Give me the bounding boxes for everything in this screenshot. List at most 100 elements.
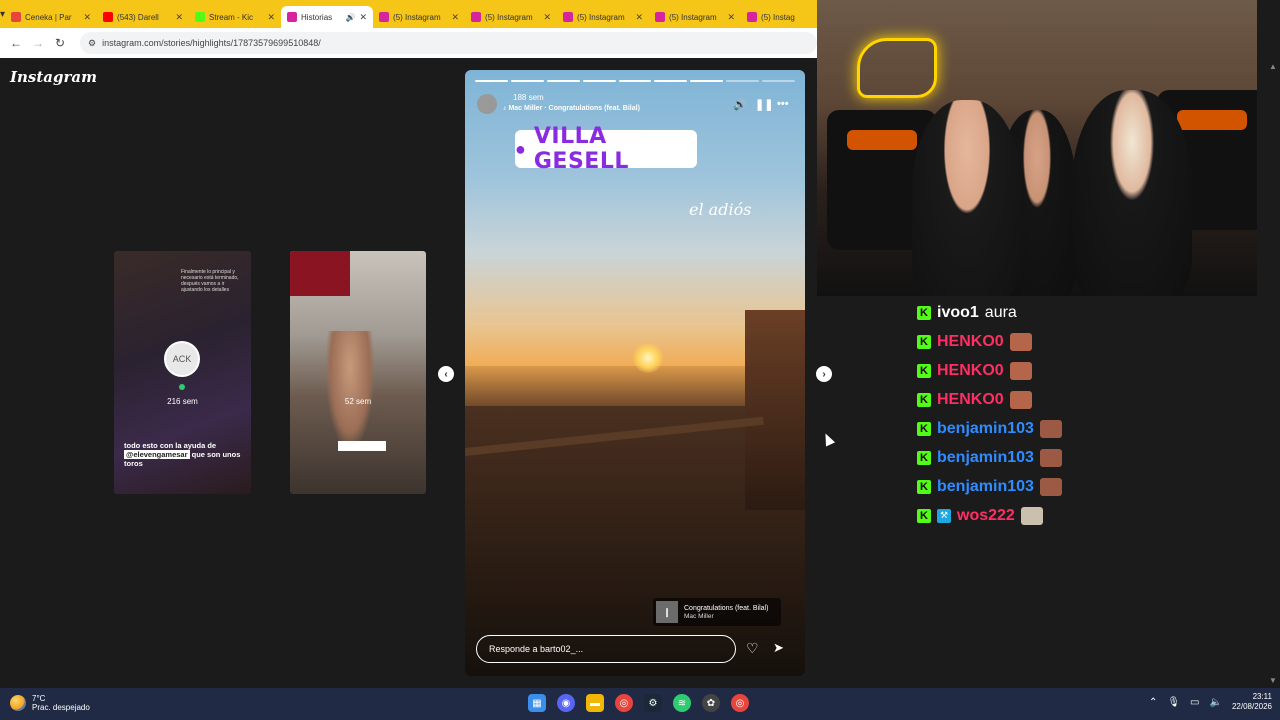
chat-message: K HENKO0: [917, 385, 1217, 414]
tab-close-icon[interactable]: ✕: [175, 12, 183, 23]
curtain-decoration: [290, 251, 350, 296]
chat-username[interactable]: benjamin103: [937, 449, 1034, 467]
scroll-down-icon[interactable]: ▼: [1269, 676, 1277, 685]
music-sticker[interactable]: ❙ Congratulations (feat. Bilal) Mac Mill…: [653, 598, 781, 626]
story-music-label[interactable]: ♪ Mac Miller · Congratulations (feat. Bi…: [503, 105, 640, 112]
photo-sticker: [338, 441, 386, 451]
browser-tabbar: ▾ Ceneka | Par ✕ (543) Darell ✕ Stream - Kic…: [0, 0, 827, 28]
handwritten-text: el adiós: [689, 200, 752, 219]
tab-label: (543) Darell: [117, 12, 159, 22]
tab-favicon-icon: [563, 12, 574, 22]
story-viewer[interactable]: 188 sem ♪ Mac Miller · Congratulations (…: [465, 70, 805, 676]
instagram-logo[interactable]: Instagram: [10, 68, 97, 86]
location-sticker[interactable]: ● VILLA GESELL: [515, 124, 697, 174]
windows-taskbar: 7°C Prac. despejado ▦ ◉ ▬ ◎ ⚙ ≋ ✿ ◎ ⌃ 🎙 …: [0, 688, 1280, 720]
browser-tab[interactable]: (5) Instagram ✕: [649, 6, 741, 28]
chat-emote-icon: [1020, 506, 1043, 525]
streamer-person: [1072, 90, 1192, 296]
browser-tab[interactable]: (5) Instagram ✕: [373, 6, 465, 28]
spotify-icon[interactable]: ≋: [673, 694, 691, 712]
browser-tab[interactable]: Stream - Kic ✕: [189, 6, 281, 28]
tab-close-icon[interactable]: ✕: [359, 12, 367, 23]
chat-username[interactable]: benjamin103: [937, 478, 1034, 496]
next-story-button[interactable]: ›: [816, 366, 832, 382]
tab-close-icon[interactable]: ✕: [543, 12, 551, 23]
previous-story-button[interactable]: ‹: [438, 366, 454, 382]
clock[interactable]: 23:11 22/08/2026: [1232, 692, 1272, 712]
file-explorer-icon[interactable]: ▬: [586, 694, 604, 712]
back-icon[interactable]: ←: [8, 35, 24, 51]
tab-close-icon[interactable]: ✕: [83, 12, 91, 23]
reload-icon[interactable]: ↻: [52, 35, 68, 51]
weather-temp: 7°C: [32, 694, 46, 703]
scroll-up-icon[interactable]: ▲: [1269, 62, 1277, 71]
browser-tab[interactable]: Ceneka | Par ✕: [5, 6, 97, 28]
music-sticker-title: Congratulations (feat. Bilal): [684, 605, 769, 612]
chrome-profile-icon[interactable]: ◎: [731, 694, 749, 712]
thumbnail-note: Finalmente lo principal y necesario está…: [181, 269, 239, 293]
browser-tab[interactable]: (5) Instagram ✕: [557, 6, 649, 28]
page-scrollbar[interactable]: [1267, 58, 1280, 688]
thumbnail-time: 52 sem: [344, 397, 372, 406]
tab-audio-icon[interactable]: 🔊: [346, 13, 356, 22]
volume-icon[interactable]: 🔊: [733, 98, 747, 111]
location-pin-icon: ●: [515, 138, 526, 159]
story-thumbnail-previous-1[interactable]: 52 sem: [290, 251, 426, 494]
browser-tab[interactable]: Historias 🔊 ✕: [281, 6, 374, 28]
weather-icon: [10, 695, 26, 711]
site-info-icon[interactable]: ⚙: [88, 38, 96, 49]
progress-segment: [618, 80, 652, 82]
tab-close-icon[interactable]: ✕: [267, 12, 275, 23]
address-bar[interactable]: ⚙ instagram.com/stories/highlights/17873…: [80, 32, 817, 54]
microphone-icon[interactable]: 🎙: [1167, 697, 1180, 708]
tab-close-icon[interactable]: ✕: [451, 12, 459, 23]
app-icon[interactable]: ✿: [702, 694, 720, 712]
thumbnail-time: 216 sem: [167, 397, 198, 406]
chat-emote-icon: [1039, 419, 1062, 438]
chat-username[interactable]: HENKO0: [937, 362, 1004, 380]
volume-icon[interactable]: 🔈: [1210, 697, 1222, 708]
chrome-icon[interactable]: ◎: [615, 694, 633, 712]
tab-favicon-icon: [379, 12, 390, 22]
tab-close-icon[interactable]: ✕: [635, 12, 643, 23]
chat-emote-icon: [1009, 332, 1032, 351]
send-icon[interactable]: ➤: [773, 640, 784, 656]
start-icon[interactable]: ▦: [528, 694, 546, 712]
pause-icon[interactable]: ❚❚: [755, 98, 773, 111]
chat-username[interactable]: wos222: [957, 507, 1015, 525]
network-icon[interactable]: ▭: [1190, 697, 1199, 708]
kick-badge-icon: K: [917, 421, 931, 436]
thumbnail-caption: todo esto con la ayuda de @elevengamesar…: [124, 441, 244, 468]
browser-tab[interactable]: (5) Instagram ✕: [465, 6, 557, 28]
forward-icon[interactable]: →: [30, 35, 46, 51]
chat-username[interactable]: ivoo1: [937, 304, 979, 322]
chat-username[interactable]: benjamin103: [937, 420, 1034, 438]
discord-icon[interactable]: ◉: [557, 694, 575, 712]
story-thumbnail-previous-2[interactable]: Finalmente lo principal y necesario está…: [114, 251, 251, 494]
chat-username[interactable]: HENKO0: [937, 391, 1004, 409]
reply-input[interactable]: Responde a barto02_...: [476, 635, 736, 663]
chat-username[interactable]: HENKO0: [937, 333, 1004, 351]
tab-label: (5) Instagram: [393, 12, 441, 22]
browser-tab[interactable]: (543) Darell ✕: [97, 6, 189, 28]
chevron-up-icon[interactable]: ⌃: [1149, 697, 1157, 708]
more-options-icon[interactable]: •••: [777, 98, 789, 110]
kick-badge-icon: K: [917, 508, 931, 523]
progress-segment: [726, 80, 760, 82]
steam-icon[interactable]: ⚙: [644, 694, 662, 712]
chat-text: aura: [984, 303, 1017, 321]
story-avatar[interactable]: [477, 94, 497, 114]
weather-widget[interactable]: 7°C Prac. despejado: [10, 694, 90, 712]
progress-segment: [546, 80, 580, 82]
chat-message: Kivoo1 aura: [917, 298, 1217, 327]
heart-icon[interactable]: ♡: [746, 640, 759, 657]
tab-close-icon[interactable]: ✕: [727, 12, 735, 23]
tab-label: Historias: [301, 12, 333, 22]
location-text: VILLA GESELL: [533, 124, 629, 174]
taskbar-apps: ▦ ◉ ▬ ◎ ⚙ ≋ ✿ ◎: [528, 694, 749, 712]
thumbnail-avatar: ACK: [164, 341, 200, 377]
tab-label: Ceneka | Par: [25, 12, 72, 22]
tab-label: (5) Instagram: [669, 12, 717, 22]
story-time: 188 sem: [513, 93, 544, 102]
chat-emote-icon: [1039, 448, 1062, 467]
